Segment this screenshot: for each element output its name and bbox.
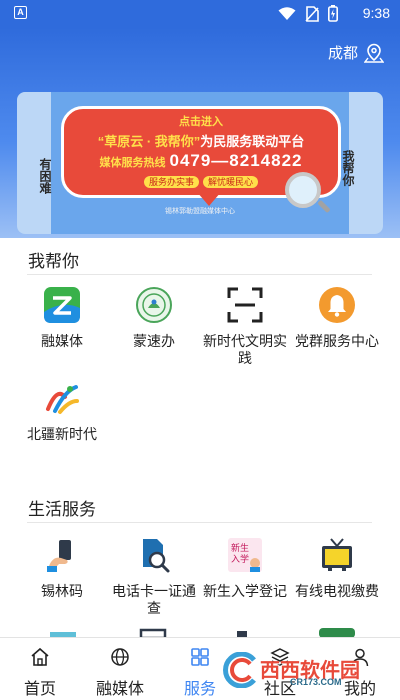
tab-label: 融媒体	[95, 681, 144, 698]
magnifier-icon	[285, 172, 321, 208]
service-label: 融媒体	[41, 333, 83, 349]
service-label: 电话卡一证通查	[112, 583, 196, 616]
tab-media[interactable]: 融媒体	[80, 638, 160, 700]
service-item-sim-check[interactable]: 电话卡一证通查	[108, 535, 200, 617]
enrollment-icon: 新生 入学	[225, 535, 265, 575]
tab-home[interactable]: 首页	[0, 638, 80, 700]
service-item-party-center[interactable]: 党群服务中心	[291, 285, 383, 350]
banner-side-text-right: 我帮你	[341, 150, 355, 186]
map-pin-icon	[364, 43, 384, 63]
service-item-xilin-code[interactable]: 锡林码	[16, 535, 108, 600]
banner-bubble-tail	[197, 192, 221, 206]
service-item-beijiang[interactable]: 北疆新时代	[16, 378, 108, 443]
sim-search-icon	[134, 535, 174, 575]
home-icon	[31, 647, 49, 666]
emblem-icon	[134, 285, 174, 325]
service-label: 锡林码	[41, 583, 83, 599]
service-label: 党群服务中心	[295, 333, 379, 349]
northland-logo-icon	[42, 378, 82, 418]
banner-hotline: 媒体服务热线 0479—8214822	[99, 151, 303, 170]
service-item-mengsuban[interactable]: 蒙速办	[108, 285, 200, 350]
service-item-cable-tv[interactable]: 有线电视缴费	[291, 535, 383, 600]
clock: 9:38	[362, 5, 390, 21]
bell-icon	[317, 285, 357, 325]
media-app-icon	[42, 285, 82, 325]
grid-icon	[191, 648, 209, 666]
no-sim-icon	[305, 5, 319, 22]
hand-phone-icon	[42, 535, 82, 575]
service-label: 蒙速办	[133, 333, 175, 349]
watermark: 西西软件园 CR173.COM	[220, 650, 390, 690]
service-item-enrollment[interactable]: 新生 入学 新生入学登记	[199, 535, 291, 600]
svg-text:新生: 新生	[231, 542, 249, 554]
banner-tag: 点击进入	[179, 116, 223, 128]
divider	[27, 274, 372, 275]
service-label: 北疆新时代	[27, 426, 97, 442]
tv-icon	[317, 535, 357, 575]
tab-label: 首页	[23, 681, 56, 698]
service-label: 新生入学登记	[203, 583, 287, 599]
app-notification-icon: A	[14, 6, 27, 19]
location-label: 成都	[327, 45, 358, 62]
wifi-icon	[278, 6, 296, 20]
globe-icon	[111, 648, 129, 666]
watermark-sub: CR173.COM	[290, 677, 342, 687]
promo-banner[interactable]: 有困难 我帮你 点击进入 “草原云 · 我帮你”为民服务联动平台 媒体服务热线 0…	[17, 92, 383, 234]
scan-frame-icon	[225, 285, 265, 325]
svg-text:入学: 入学	[231, 553, 249, 565]
service-item-media[interactable]: 融媒体	[16, 285, 108, 350]
battery-icon	[328, 5, 338, 22]
banner-title: “草原云 · 我帮你”为民服务联动平台	[97, 134, 305, 149]
watermark-logo-icon	[223, 652, 256, 688]
service-item-civilization[interactable]: 新时代文明实践	[199, 285, 291, 367]
banner-side-text-left: 有困难	[38, 158, 52, 194]
status-bar: A 9:38	[0, 0, 400, 28]
section-title-help: 我帮你	[28, 252, 79, 271]
section-title-life: 生活服务	[28, 500, 96, 519]
banner-org: 锡林郭勒盟融媒体中心	[165, 208, 235, 215]
location-selector[interactable]: 成都	[328, 42, 384, 63]
status-icons	[278, 5, 338, 22]
service-label: 新时代文明实践	[203, 333, 287, 366]
service-label: 有线电视缴费	[295, 583, 379, 599]
divider	[27, 522, 372, 523]
